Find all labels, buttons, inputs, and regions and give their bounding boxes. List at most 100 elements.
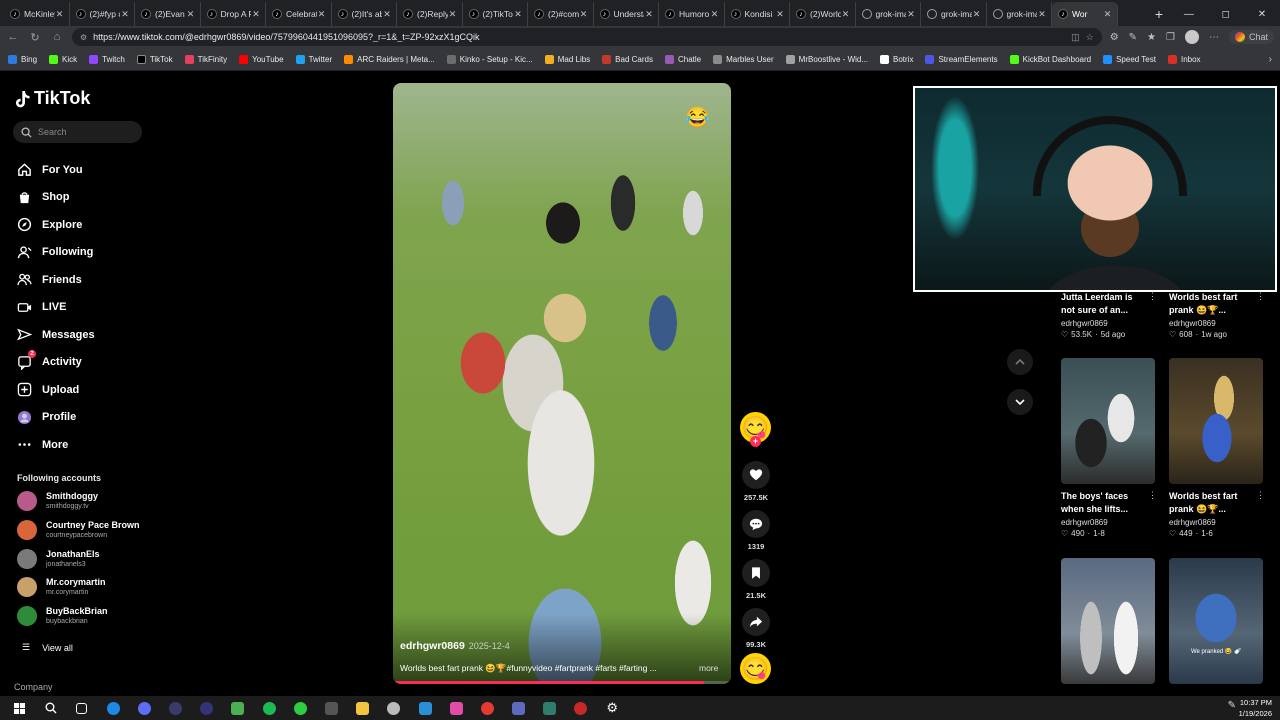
recommended-thumbnail[interactable]: We pranked 😂 🍼 (1169, 558, 1263, 684)
install-icon[interactable]: ◫ (1071, 32, 1080, 43)
taskbar-app[interactable] (228, 699, 248, 717)
share-button[interactable]: 99.3K (742, 608, 770, 649)
profile-avatar[interactable] (1184, 30, 1199, 44)
taskbar-app[interactable] (415, 699, 435, 717)
close-tab-icon[interactable]: ✕ (972, 9, 982, 20)
taskbar-settings[interactable]: ⚙ (602, 699, 622, 717)
bookmark-item[interactable]: Bad Cards (602, 54, 653, 64)
favorites-icon[interactable]: ★ (1147, 32, 1156, 43)
bookmark-item[interactable]: Mad Libs (544, 54, 590, 64)
start-button[interactable] (10, 699, 30, 717)
home-icon[interactable]: ⌂ (50, 31, 64, 43)
taskbar-app[interactable] (290, 699, 310, 717)
search-input[interactable]: Search (13, 121, 142, 143)
close-tab-icon[interactable]: ✕ (775, 9, 785, 20)
close-tab-icon[interactable]: ✕ (579, 9, 589, 20)
maximize-button[interactable]: ◻ (1222, 9, 1230, 20)
menu-icon[interactable]: ⋯ (1209, 32, 1219, 43)
chat-button[interactable]: Chat (1228, 30, 1274, 44)
browser-tab[interactable]: ♪ (2)#fyp # ✕ (70, 2, 135, 26)
collections-icon[interactable]: ❐ (1166, 32, 1175, 43)
close-tab-icon[interactable]: ✕ (710, 9, 720, 20)
browser-tab[interactable]: ♪ (2)#come✕ (528, 2, 594, 26)
recommended-video[interactable]: The boys' faces when she lifts... ⋮ edrh… (1061, 490, 1157, 538)
bookmark-item[interactable]: Twitter (295, 54, 332, 64)
taskbar-spotify[interactable] (259, 699, 279, 717)
video-progress-bar[interactable] (393, 681, 731, 684)
taskbar-file-explorer[interactable] (353, 699, 373, 717)
browser-tab[interactable]: ♪ Wor ✕ (1052, 2, 1118, 26)
company-link[interactable]: Company (14, 682, 53, 692)
taskbar-app[interactable] (446, 699, 466, 717)
bookmark-item[interactable]: Marbles User (713, 54, 774, 64)
task-view-button[interactable] (72, 699, 92, 717)
bookmark-item[interactable]: MrBoostlive - Wid... (785, 54, 868, 64)
close-tab-icon[interactable]: ✕ (841, 9, 851, 20)
site-info-icon[interactable]: ⚙ (80, 33, 87, 42)
next-video-button[interactable] (1007, 389, 1033, 415)
video-player[interactable]: 😂 edrhgwr0869 2025-12-4 Worlds best fart … (393, 83, 731, 684)
tray-pen-icon[interactable]: ✎ (1228, 700, 1236, 711)
recommended-video[interactable]: Jutta Leerdam is not sure of an... ⋮ edr… (1061, 291, 1157, 339)
extension-icon[interactable]: ⚙ (1110, 32, 1119, 43)
creator-avatar[interactable]: 😋 + (740, 412, 771, 447)
follow-plus-icon[interactable]: + (750, 436, 761, 447)
comment-button[interactable]: 1319 (742, 510, 770, 551)
browser-tab[interactable]: ♪Kondisi K✕ (725, 2, 790, 26)
recommended-video[interactable]: Worlds best fart prank 😆🏆... ⋮ edrhgwr08… (1169, 291, 1265, 339)
taskbar-edge[interactable] (103, 699, 123, 717)
taskbar-app[interactable] (166, 699, 186, 717)
bookmark-item[interactable]: StreamElements (925, 54, 998, 64)
browser-tab[interactable]: grok-ima ✕ (987, 2, 1052, 26)
bookmark-star-icon[interactable]: ☆ (1086, 32, 1094, 43)
bookmark-item[interactable]: Botrix (880, 54, 913, 64)
browser-tab[interactable]: ♪ McKinley✕ (4, 2, 70, 26)
nav-item-profile[interactable]: Profile (16, 404, 95, 432)
nav-item-messages[interactable]: Messages (16, 321, 95, 349)
taskbar-app[interactable] (477, 699, 497, 717)
close-tab-icon[interactable]: ✕ (317, 9, 327, 20)
nav-item-more[interactable]: More (16, 431, 95, 459)
taskbar-app[interactable] (540, 699, 560, 717)
bookmarks-overflow-icon[interactable]: › (1269, 54, 1272, 65)
address-bar[interactable]: ⚙ https://www.tiktok.com/@edrhgwr0869/vi… (72, 28, 1102, 46)
nav-item-friends[interactable]: Friends (16, 266, 95, 294)
more-options-icon[interactable]: ⋮ (1256, 490, 1265, 501)
close-tab-icon[interactable]: ✕ (448, 9, 458, 20)
nav-item-explore[interactable]: Explore (16, 211, 95, 239)
bookmark-item[interactable]: YouTube (239, 54, 284, 64)
nav-item-for-you[interactable]: For You (16, 156, 95, 184)
following-account[interactable]: Courtney Pace Brown courtneypacebrown (17, 519, 140, 540)
music-disc[interactable]: 😋 (740, 653, 771, 684)
bookmark-item[interactable]: ARC Raiders | Meta... (344, 54, 435, 64)
browser-tab[interactable]: ♪ (2)Evan T.✕ (135, 2, 201, 26)
browser-tab[interactable]: grok-ima ✕ (856, 2, 921, 26)
close-tab-icon[interactable]: ✕ (1037, 9, 1047, 20)
taskbar-app[interactable] (197, 699, 217, 717)
taskbar-app[interactable] (134, 699, 154, 717)
bookmark-item[interactable]: TikTok (136, 54, 173, 64)
close-tab-icon[interactable]: ✕ (186, 9, 196, 20)
taskbar-app[interactable] (509, 699, 529, 717)
tiktok-logo[interactable]: TikTok (16, 88, 90, 109)
nav-item-upload[interactable]: Upload (16, 376, 95, 404)
taskbar-app[interactable] (384, 699, 404, 717)
close-tab-icon[interactable]: ✕ (513, 9, 523, 20)
close-tab-icon[interactable]: ✕ (906, 9, 916, 20)
view-all-button[interactable]: ☰ View all (22, 642, 73, 653)
browser-tab[interactable]: ♪Understa✕ (594, 2, 659, 26)
following-account[interactable]: Mr.corymartin mr.corymartin (17, 577, 106, 598)
back-icon[interactable]: ← (6, 31, 20, 43)
recommended-thumbnail[interactable] (1061, 558, 1155, 684)
close-tab-icon[interactable]: ✕ (55, 9, 65, 20)
nav-item-activity[interactable]: 2 Activity (16, 349, 95, 377)
previous-video-button[interactable] (1007, 349, 1033, 375)
bookmark-item[interactable]: KickBot Dashboard (1009, 54, 1091, 64)
more-options-icon[interactable]: ⋮ (1148, 490, 1157, 501)
nav-item-live[interactable]: LIVE (16, 294, 95, 322)
bookmark-item[interactable]: Kinko - Setup - Kic... (446, 54, 533, 64)
bookmark-item[interactable]: Speed Test (1103, 54, 1156, 64)
bookmark-item[interactable]: Twitch (89, 54, 125, 64)
browser-tab[interactable]: ♪ (2)Replyi✕ (397, 2, 463, 26)
bookmark-item[interactable]: Inbox (1167, 54, 1201, 64)
